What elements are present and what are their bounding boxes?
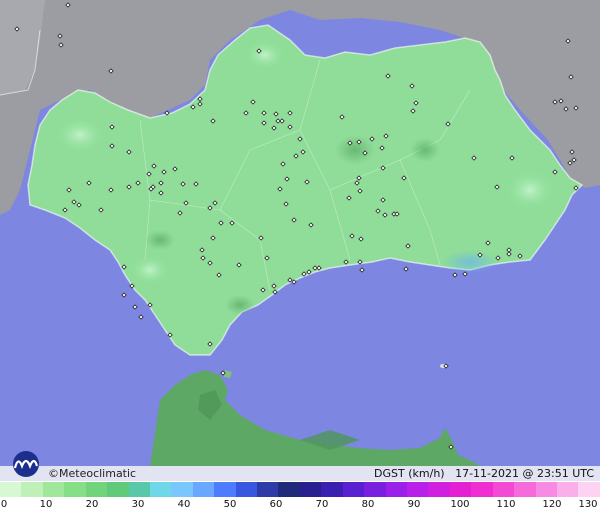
wind-gust-map[interactable]: [0, 0, 600, 517]
scale-swatch: [514, 482, 536, 497]
color-scale-bar: [0, 482, 600, 497]
map-caption: DGST (km/h) 17-11-2021 @ 23:51 UTC: [374, 467, 594, 480]
scale-swatch: [214, 482, 236, 497]
scale-swatch: [128, 482, 150, 497]
scale-tick-label: 60: [269, 499, 283, 510]
scale-swatch: [492, 482, 515, 497]
scale-swatch: [171, 482, 193, 497]
color-scale: 0 10 20 30 40 50 60 70 80 90 100 110 120 130: [0, 481, 600, 517]
scale-swatch: [428, 482, 450, 497]
scale-swatch: [299, 482, 322, 497]
scale-swatch: [42, 482, 65, 497]
dark-zone: [145, 230, 175, 250]
scale-swatch: [385, 482, 408, 497]
scale-swatch: [149, 482, 172, 497]
scale-swatch: [21, 482, 43, 497]
scale-tick-label: 10: [39, 499, 53, 510]
scale-tick-label: 120: [542, 499, 562, 510]
scale-swatch: [364, 482, 386, 497]
scale-swatch: [107, 482, 129, 497]
scale-swatch: [85, 482, 108, 497]
light-zone: [505, 170, 555, 210]
scale-swatch: [471, 482, 493, 497]
scale-swatch: [0, 482, 22, 497]
scale-swatch: [235, 482, 258, 497]
scale-swatch: [192, 482, 215, 497]
light-zone: [245, 40, 285, 70]
scale-swatch: [407, 482, 429, 497]
dark-zone: [225, 295, 255, 315]
scale-tick-label: 70: [315, 499, 329, 510]
scale-swatch: [578, 482, 600, 497]
light-zone: [55, 117, 105, 153]
dark-zone: [410, 138, 440, 162]
scale-tick-label: 20: [85, 499, 99, 510]
scale-tick-label: 80: [361, 499, 375, 510]
scale-tick-label: 130: [578, 499, 598, 510]
scale-swatch: [64, 482, 86, 497]
brand-label: ©Meteoclimatic: [48, 467, 137, 480]
scale-tick-label: 110: [496, 499, 516, 510]
meteoclimatic-logo-icon: [13, 451, 39, 477]
scale-swatch: [257, 482, 279, 497]
scale-swatch: [449, 482, 472, 497]
light-zone: [130, 255, 170, 285]
dark-zone: [335, 135, 375, 165]
scale-tick-label: 0: [0, 499, 8, 510]
scale-tick-label: 30: [131, 499, 145, 510]
scale-tick-label: 50: [223, 499, 237, 510]
scale-swatch: [278, 482, 300, 497]
scale-swatch: [556, 482, 579, 497]
scale-tick-label: 40: [177, 499, 191, 510]
blue-gust-zone: [442, 250, 498, 274]
scale-tick-label: 90: [407, 499, 421, 510]
scale-swatch: [321, 482, 343, 497]
map[interactable]: ©Meteoclimatic DGST (km/h) 17-11-2021 @ …: [0, 0, 600, 517]
scale-swatch: [535, 482, 557, 497]
scale-swatch: [342, 482, 365, 497]
scale-tick-label: 100: [450, 499, 470, 510]
